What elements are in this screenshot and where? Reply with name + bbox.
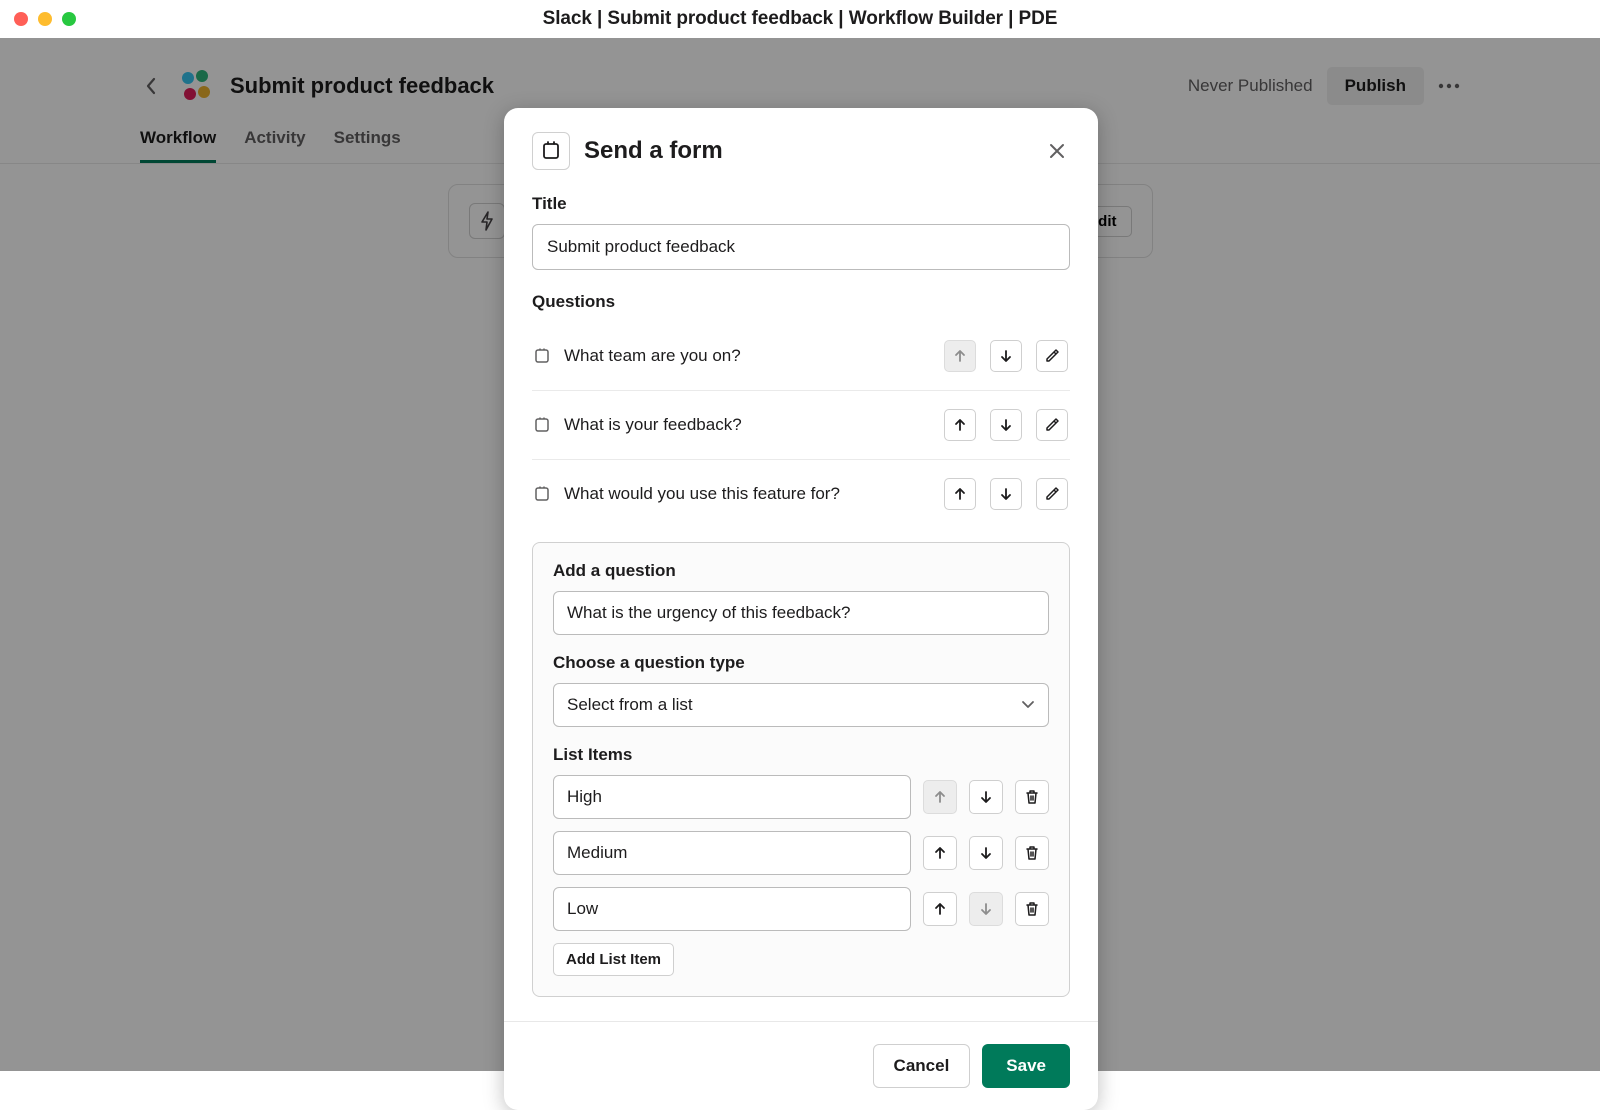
list-item-input[interactable] [553, 775, 911, 819]
choose-type-label: Choose a question type [553, 653, 1049, 673]
form-icon [541, 141, 561, 161]
modal-footer: Cancel Save [504, 1021, 1098, 1110]
question-row: What is your feedback? [532, 391, 1070, 460]
list-items-label: List Items [553, 745, 1049, 765]
save-button[interactable]: Save [982, 1044, 1070, 1088]
questions-label: Questions [532, 292, 1070, 312]
move-up-button[interactable] [944, 478, 976, 510]
list-item-input[interactable] [553, 831, 911, 875]
move-up-button[interactable] [944, 409, 976, 441]
close-icon [1048, 142, 1066, 160]
window-close-button[interactable] [14, 12, 28, 26]
question-text: What would you use this feature for? [564, 484, 930, 504]
cancel-button[interactable]: Cancel [873, 1044, 971, 1088]
traffic-lights [0, 12, 76, 26]
drag-handle-icon[interactable] [534, 417, 550, 433]
arrow-down-icon [979, 902, 993, 916]
drag-handle-icon[interactable] [534, 348, 550, 364]
window-title: Slack | Submit product feedback | Workfl… [0, 8, 1600, 30]
arrow-down-icon [999, 487, 1013, 501]
arrow-up-icon [933, 846, 947, 860]
question-text: What is your feedback? [564, 415, 930, 435]
delete-list-item-button[interactable] [1015, 780, 1049, 814]
move-up-button [944, 340, 976, 372]
delete-list-item-button[interactable] [1015, 836, 1049, 870]
app-body: Submit product feedback Never Published … [0, 38, 1600, 1071]
move-down-button[interactable] [969, 836, 1003, 870]
move-down-button[interactable] [990, 478, 1022, 510]
list-item-row [553, 887, 1049, 931]
move-up-button[interactable] [923, 836, 957, 870]
edit-question-button[interactable] [1036, 478, 1068, 510]
add-list-item-button[interactable]: Add List Item [553, 943, 674, 976]
arrow-down-icon [979, 846, 993, 860]
drag-handle-icon[interactable] [534, 486, 550, 502]
arrow-up-icon [933, 790, 947, 804]
question-row: What team are you on? [532, 322, 1070, 391]
arrow-up-icon [953, 487, 967, 501]
list-item-input[interactable] [553, 887, 911, 931]
macos-titlebar: Slack | Submit product feedback | Workfl… [0, 0, 1600, 38]
trash-icon [1025, 845, 1039, 861]
pencil-icon [1045, 487, 1059, 501]
form-title-input[interactable] [532, 224, 1070, 270]
list-item-row [553, 831, 1049, 875]
edit-question-button[interactable] [1036, 409, 1068, 441]
arrow-up-icon [953, 349, 967, 363]
modal-icon [532, 132, 570, 170]
question-type-value[interactable] [553, 683, 1049, 727]
arrow-up-icon [953, 418, 967, 432]
pencil-icon [1045, 418, 1059, 432]
add-question-panel: Add a question Choose a question type Li… [532, 542, 1070, 997]
move-down-button[interactable] [990, 340, 1022, 372]
trash-icon [1025, 789, 1039, 805]
modal-body: Title Questions What team are you on? [504, 170, 1098, 1021]
move-down-button[interactable] [969, 780, 1003, 814]
trash-icon [1025, 901, 1039, 917]
question-row: What would you use this feature for? [532, 460, 1070, 528]
close-modal-button[interactable] [1044, 138, 1070, 164]
edit-question-button[interactable] [1036, 340, 1068, 372]
pencil-icon [1045, 349, 1059, 363]
arrow-up-icon [933, 902, 947, 916]
modal-header: Send a form [504, 108, 1098, 170]
arrow-down-icon [999, 418, 1013, 432]
window-minimize-button[interactable] [38, 12, 52, 26]
modal-title: Send a form [584, 137, 1030, 165]
move-up-button[interactable] [923, 892, 957, 926]
delete-list-item-button[interactable] [1015, 892, 1049, 926]
move-down-button [969, 892, 1003, 926]
add-question-label: Add a question [553, 561, 1049, 581]
window-maximize-button[interactable] [62, 12, 76, 26]
send-a-form-modal: Send a form Title Questions What team ar… [504, 108, 1098, 1110]
list-item-row [553, 775, 1049, 819]
arrow-down-icon [979, 790, 993, 804]
move-up-button [923, 780, 957, 814]
arrow-down-icon [999, 349, 1013, 363]
move-down-button[interactable] [990, 409, 1022, 441]
question-text: What team are you on? [564, 346, 930, 366]
add-question-input[interactable] [553, 591, 1049, 635]
title-label: Title [532, 194, 1070, 214]
question-type-select[interactable] [553, 683, 1049, 727]
